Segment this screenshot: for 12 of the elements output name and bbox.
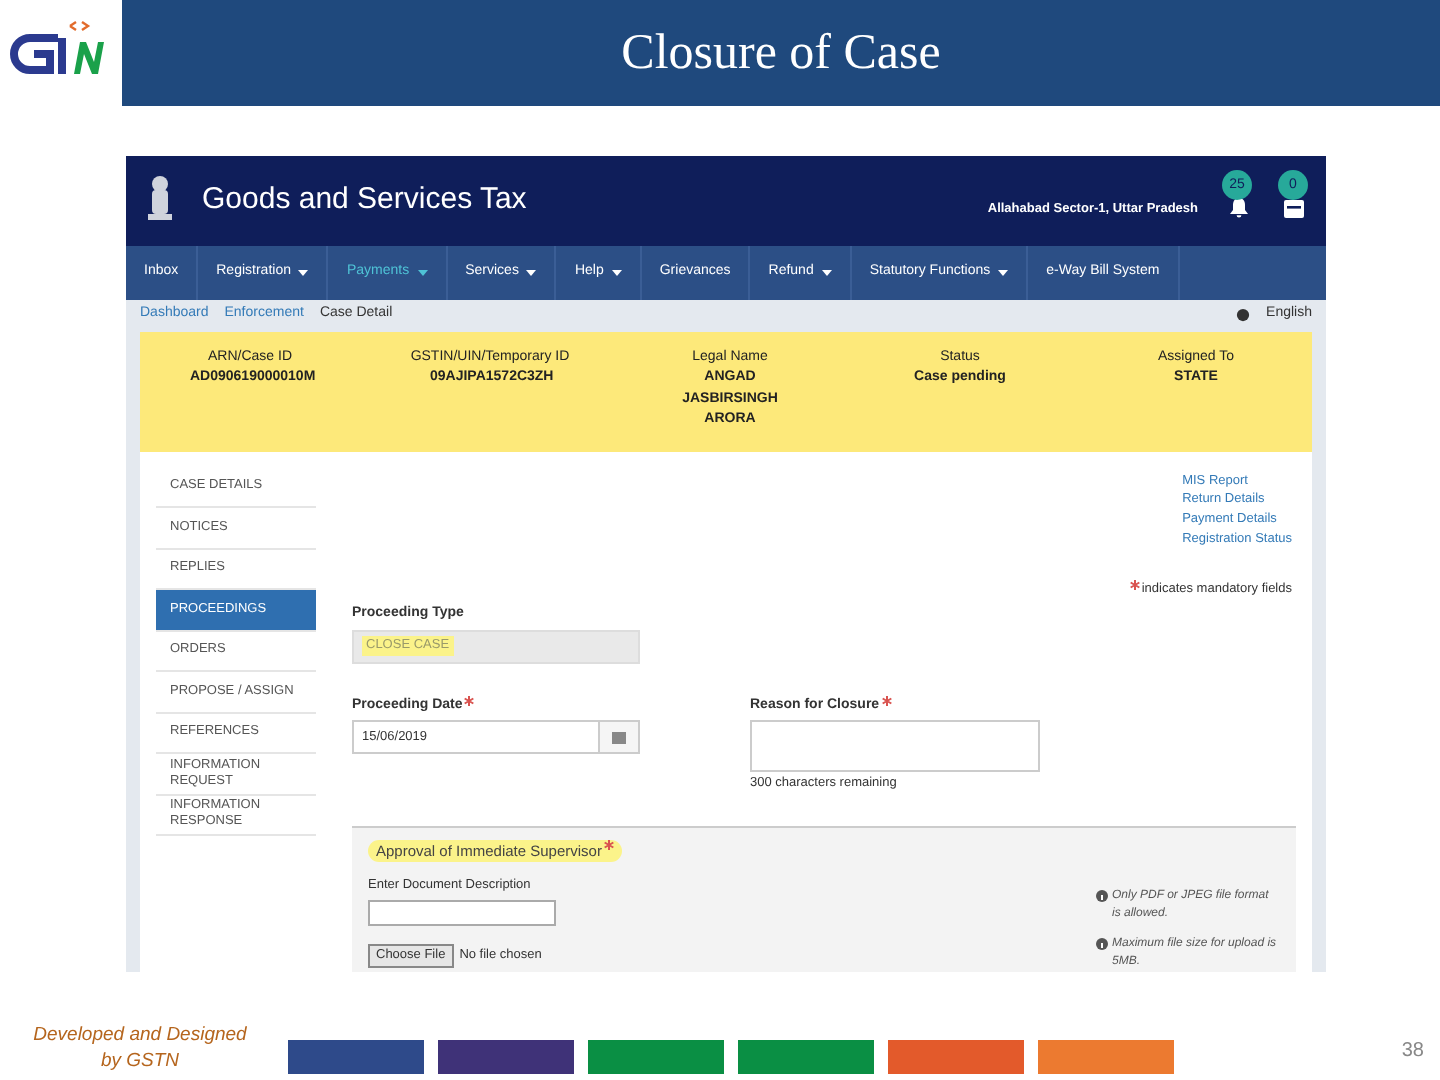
app-title: Goods and Services Tax: [202, 180, 529, 221]
calendar-icon: [612, 730, 626, 745]
bell-icon[interactable]: [1229, 198, 1247, 219]
asterisk-icon: [1129, 579, 1140, 589]
page-number: 38: [1401, 1038, 1424, 1066]
calendar-button[interactable]: [600, 720, 640, 755]
description-field[interactable]: [368, 900, 556, 926]
slide-title: Closure of Case: [621, 23, 941, 84]
info-icon: [1096, 938, 1108, 950]
footer-credit: Developed and Designed by GSTN: [31, 1024, 249, 1074]
info-icon: [1096, 890, 1108, 902]
tray-icon[interactable]: [1284, 200, 1304, 219]
